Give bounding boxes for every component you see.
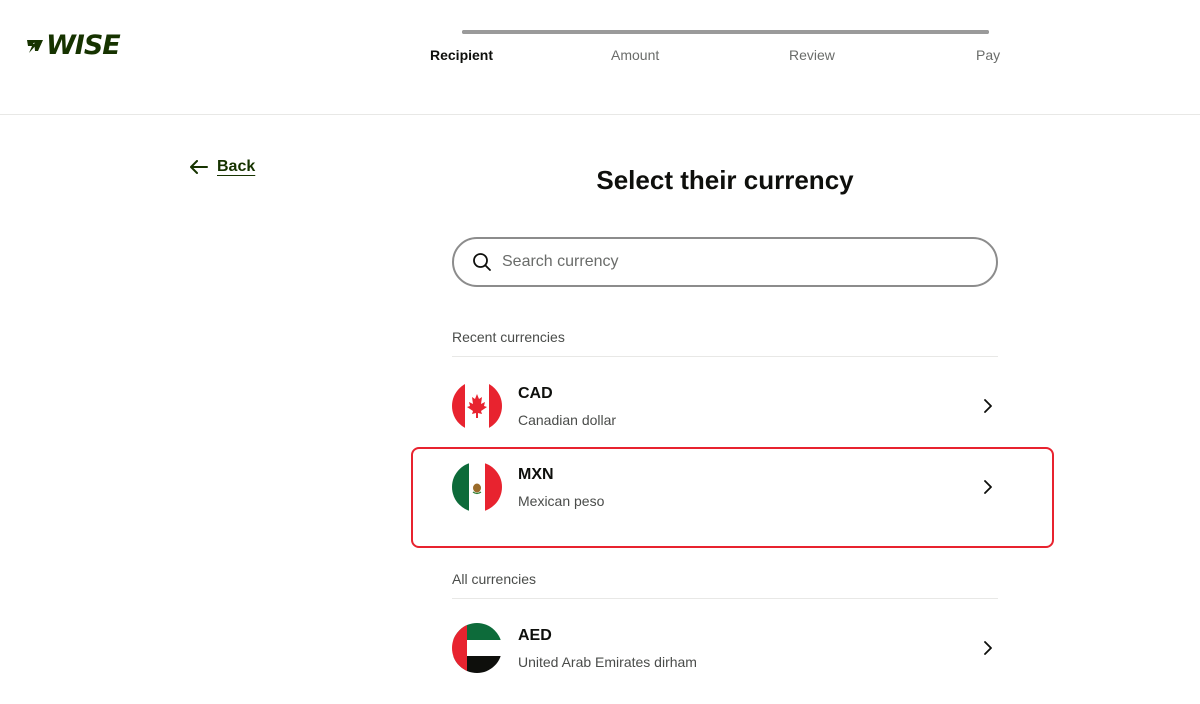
page-title: Select their currency — [596, 165, 854, 195]
arrow-left-icon — [190, 160, 208, 174]
currency-code: MXN — [518, 465, 554, 483]
currency-code: CAD — [518, 384, 553, 402]
canada-flag-icon — [452, 381, 502, 431]
chevron-right-icon — [978, 396, 998, 416]
mexico-flag-icon — [452, 462, 502, 512]
step-amount: Amount — [611, 47, 660, 63]
progress-fill — [462, 30, 989, 34]
wise-logo[interactable]: WISE — [25, 30, 121, 61]
wise-flag-icon — [27, 39, 43, 53]
all-currencies-heading: All currencies — [452, 571, 998, 599]
currency-row-mxn[interactable]: MXN Mexican peso — [452, 447, 998, 527]
progress-bar — [462, 30, 989, 34]
brand-name: WISE — [46, 30, 121, 61]
currency-code: AED — [518, 626, 552, 644]
step-review: Review — [789, 47, 835, 63]
chevron-right-icon — [978, 638, 998, 658]
uae-flag-icon — [452, 623, 502, 673]
currency-row-aed[interactable]: AED United Arab Emirates dirham — [452, 608, 998, 688]
top-bar: WISE Recipient Amount Review Pay — [0, 0, 1200, 115]
search-icon — [473, 253, 491, 271]
currency-name: Canadian dollar — [518, 411, 617, 428]
currency-name: Mexican peso — [518, 492, 605, 509]
search-field[interactable] — [452, 237, 998, 287]
recent-currencies-heading: Recent currencies — [452, 329, 998, 357]
step-pay: Pay — [976, 47, 1001, 63]
currency-row-cad[interactable]: CAD Canadian dollar — [452, 366, 998, 446]
step-recipient: Recipient — [430, 47, 494, 63]
currency-name: United Arab Emirates dirham — [518, 653, 697, 670]
back-link[interactable]: Back — [190, 158, 255, 176]
search-input[interactable] — [502, 253, 942, 271]
back-label: Back — [217, 158, 256, 175]
chevron-right-icon — [978, 477, 998, 497]
